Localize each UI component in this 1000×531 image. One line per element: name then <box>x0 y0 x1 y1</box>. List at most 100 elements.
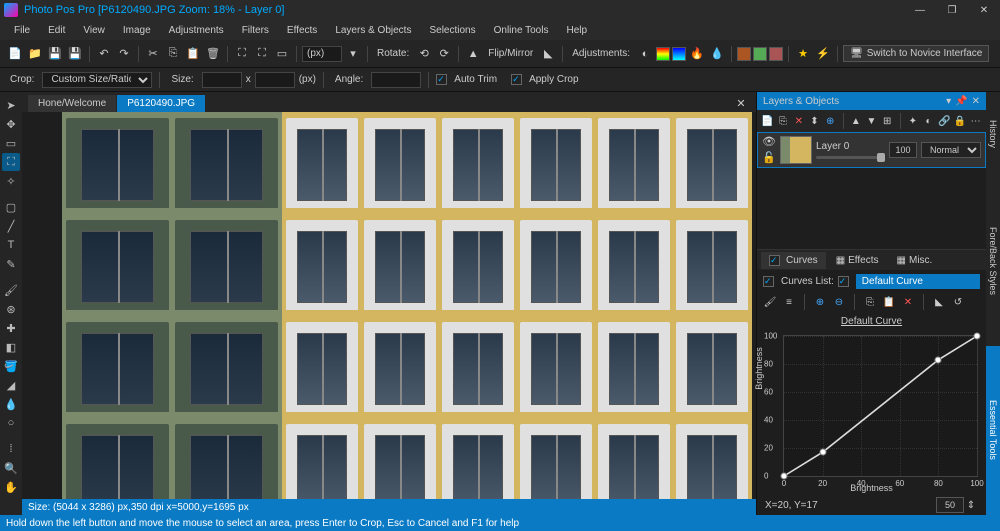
mask-icon[interactable]: ◐ <box>922 114 935 128</box>
angle-input[interactable] <box>371 72 421 88</box>
menu-filters[interactable]: Filters <box>234 23 277 38</box>
blend-mode-select[interactable]: Normal <box>921 142 981 158</box>
curve-remove-icon[interactable]: ⊖ <box>832 295 846 309</box>
auto-trim-checkbox[interactable] <box>436 74 447 85</box>
menu-adjustments[interactable]: Adjustments <box>161 23 232 38</box>
pointer-tool[interactable]: ➤ <box>2 96 20 114</box>
curve-flip-icon[interactable]: ◣ <box>932 295 946 309</box>
path-tool[interactable]: ✎ <box>2 255 20 273</box>
curve-lines-icon[interactable]: ≡ <box>782 295 796 309</box>
delete-icon[interactable]: 🗑 <box>204 45 222 63</box>
layers-panel-header[interactable]: Layers & Objects ▾📌✕ <box>757 92 986 110</box>
star-icon[interactable]: ★ <box>794 45 812 63</box>
adj-auto-icon[interactable]: ◐ <box>636 45 654 63</box>
more-icon[interactable]: ⋯ <box>969 114 982 128</box>
clone-tool[interactable]: ⊛ <box>2 300 20 318</box>
unit-select[interactable] <box>302 46 342 62</box>
width-input[interactable] <box>202 72 242 88</box>
resize-icon[interactable]: ⛶ <box>253 45 271 63</box>
sidetab-styles[interactable]: Fore/Back Styles <box>986 177 1000 346</box>
curve-graph[interactable]: 0 20 40 60 80 100 0 20 40 60 80 100 <box>783 335 978 477</box>
merge-icon[interactable]: ⬍ <box>808 114 821 128</box>
new-icon[interactable]: 📄 <box>6 45 24 63</box>
adj-temp-icon[interactable]: 🔥 <box>688 45 706 63</box>
move-up-icon[interactable]: ▲ <box>849 114 862 128</box>
height-input[interactable] <box>255 72 295 88</box>
group-icon[interactable]: ⊞ <box>881 114 894 128</box>
default-curve-checkbox[interactable] <box>838 276 849 287</box>
canvas-icon[interactable]: ▭ <box>273 45 291 63</box>
crop-mode-select[interactable]: Custom Size/Ratio <box>42 72 152 88</box>
curve-brush-icon[interactable]: 🖌 <box>763 295 777 309</box>
gradient-tool[interactable]: ◢ <box>2 376 20 394</box>
curve-add-icon[interactable]: ⊕ <box>813 295 827 309</box>
menu-view[interactable]: View <box>75 23 113 38</box>
curve-list-item[interactable]: Default Curve <box>856 274 980 289</box>
link-icon[interactable]: 🔗 <box>938 114 951 128</box>
fx-icon[interactable]: ✦ <box>906 114 919 128</box>
save-as-icon[interactable]: 💾 <box>66 45 84 63</box>
brush-tool[interactable]: 🖌 <box>2 281 20 299</box>
move-tool[interactable]: ✥ <box>2 115 20 133</box>
eyedropper-tool[interactable]: ⁞ <box>2 440 20 458</box>
crop-tool[interactable]: ⛶ <box>2 153 20 171</box>
close-button[interactable]: ✕ <box>972 2 996 18</box>
hand-tool[interactable]: ✋ <box>2 478 20 496</box>
menu-effects[interactable]: Effects <box>279 23 325 38</box>
redo-icon[interactable]: ↷ <box>115 45 133 63</box>
flip-h-icon[interactable]: ▲ <box>464 45 482 63</box>
swatch-1-icon[interactable] <box>737 47 751 61</box>
opacity-slider[interactable] <box>816 156 885 159</box>
line-tool[interactable]: ╱ <box>2 217 20 235</box>
save-icon[interactable]: 💾 <box>46 45 64 63</box>
curve-copy-icon[interactable]: ⎘ <box>863 295 877 309</box>
menu-selections[interactable]: Selections <box>421 23 483 38</box>
menu-help[interactable]: Help <box>558 23 595 38</box>
curves-list-checkbox[interactable] <box>763 276 774 287</box>
sidetab-tools[interactable]: Essential Tools <box>986 346 1000 515</box>
tab-home[interactable]: Hone/Welcome <box>28 95 116 112</box>
swatch-2-icon[interactable] <box>753 47 767 61</box>
canvas[interactable] <box>22 112 756 499</box>
tab-misc[interactable]: ▦Misc. <box>889 252 941 269</box>
curve-value-input[interactable]: 50 <box>936 497 964 513</box>
curve-point[interactable] <box>781 473 788 480</box>
panel-pin-icon[interactable]: 📌 <box>955 96 967 107</box>
fill-tool[interactable]: 🪣 <box>2 357 20 375</box>
menu-layers[interactable]: Layers & Objects <box>327 23 419 38</box>
shape-tool[interactable]: ▢ <box>2 198 20 216</box>
text-tool[interactable]: T <box>2 236 20 254</box>
zoom-tool[interactable]: 🔍 <box>2 459 20 477</box>
bolt-icon[interactable]: ⚡ <box>814 45 832 63</box>
panel-menu-icon[interactable]: ▾ <box>946 96 951 107</box>
delete-layer-icon[interactable]: ✕ <box>792 114 805 128</box>
blur-tool[interactable]: 💧 <box>2 395 20 413</box>
minimize-button[interactable]: — <box>908 2 932 18</box>
move-down-icon[interactable]: ▼ <box>865 114 878 128</box>
marquee-tool[interactable]: ▭ <box>2 134 20 152</box>
visibility-icon[interactable]: 👁 <box>762 135 776 149</box>
new-layer-icon[interactable]: 📄 <box>761 114 774 128</box>
flip-v-icon[interactable]: ◣ <box>539 45 557 63</box>
curve-delete-icon[interactable]: ✕ <box>901 295 915 309</box>
wand-tool[interactable]: ✧ <box>2 172 20 190</box>
novice-button[interactable]: 🖥 Switch to Novice Interface <box>843 45 989 62</box>
opacity-value[interactable]: 100 <box>889 142 917 158</box>
adj-gradient-icon[interactable] <box>656 47 670 61</box>
menu-edit[interactable]: Edit <box>40 23 73 38</box>
lock-layer-icon[interactable]: 🔓 <box>762 151 776 165</box>
panel-close-icon[interactable]: ✕ <box>972 96 980 107</box>
sidetab-history[interactable]: History <box>986 92 1000 177</box>
apply-crop-checkbox[interactable] <box>511 74 522 85</box>
close-tab-icon[interactable]: ✕ <box>732 94 750 112</box>
maximize-button[interactable]: ❐ <box>940 2 964 18</box>
lock-icon[interactable]: 🔒 <box>954 114 967 128</box>
menu-image[interactable]: Image <box>115 23 159 38</box>
menu-file[interactable]: File <box>6 23 38 38</box>
layer-item[interactable]: 👁 🔓 Layer 0 100 Normal <box>757 132 986 168</box>
undo-icon[interactable]: ↶ <box>95 45 113 63</box>
adj-drop-icon[interactable]: 💧 <box>708 45 726 63</box>
rotate-left-icon[interactable]: ⟲ <box>415 45 433 63</box>
crop-icon[interactable]: ⛶ <box>233 45 251 63</box>
tab-effects[interactable]: ▦Effects <box>828 252 887 269</box>
